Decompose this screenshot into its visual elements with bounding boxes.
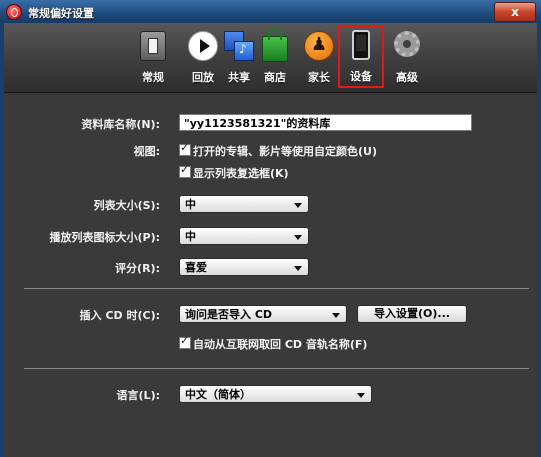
tab-playback[interactable]: 回放 — [186, 27, 220, 87]
iphone-icon — [352, 30, 370, 60]
chevron-down-icon — [294, 203, 302, 208]
general-settings-panel: 资料库名称(N): "yy1123581321"的资料库 视图: 打开的专辑、影… — [4, 93, 537, 457]
library-name-label: 资料库名称(N): — [81, 118, 160, 131]
rating-label: 评分(R): — [115, 262, 160, 275]
general-switch-icon — [140, 31, 166, 61]
list-size-value: 中 — [185, 198, 196, 211]
list-checkboxes-checkbox[interactable] — [179, 163, 191, 178]
playlist-icon-size-label: 播放列表图标大小(P): — [49, 231, 160, 244]
auto-retrieve-cd-names-label: 自动从互联网取回 CD 音轨名称(F) — [193, 338, 368, 351]
playback-icon — [188, 31, 218, 61]
divider — [24, 368, 529, 369]
language-value: 中文（简体） — [185, 388, 251, 401]
preferences-window: 常规 回放 共享 商店 家长 设备 高级 资料库名称(N): "yy112358… — [4, 23, 537, 457]
sharing-icon — [224, 31, 254, 61]
playlist-icon-size-select[interactable]: 中 — [179, 227, 309, 245]
tab-general[interactable]: 常规 — [136, 27, 170, 87]
chevron-down-icon — [294, 266, 302, 271]
list-checkboxes-option[interactable]: 显示列表复选框(K) — [179, 163, 289, 181]
tab-store-label: 商店 — [264, 71, 286, 84]
parental-icon — [304, 31, 334, 61]
auto-retrieve-cd-names-checkbox[interactable] — [179, 334, 191, 349]
import-settings-button[interactable]: 导入设置(O)... — [357, 305, 467, 323]
custom-colors-checkbox[interactable] — [179, 141, 191, 156]
language-select[interactable]: 中文（简体） — [179, 385, 372, 403]
tab-devices[interactable]: 设备 — [338, 25, 384, 88]
view-label: 视图: — [133, 145, 160, 158]
tab-devices-label: 设备 — [350, 70, 372, 83]
tab-general-label: 常规 — [142, 71, 164, 84]
library-name-field[interactable]: "yy1123581321"的资料库 — [179, 114, 472, 131]
tab-parental-label: 家长 — [308, 71, 330, 84]
tab-playback-label: 回放 — [192, 71, 214, 84]
tab-parental[interactable]: 家长 — [302, 27, 336, 87]
custom-colors-option[interactable]: 打开的专辑、影片等使用自定颜色(U) — [179, 141, 377, 159]
store-bag-icon — [262, 28, 288, 62]
list-size-select[interactable]: 中 — [179, 195, 309, 213]
close-button[interactable]: x — [494, 2, 536, 22]
tab-store[interactable]: 商店 — [258, 27, 292, 87]
gear-icon — [394, 31, 420, 57]
itunes-app-icon — [6, 4, 22, 20]
tab-sharing-label: 共享 — [228, 71, 250, 84]
list-checkboxes-label: 显示列表复选框(K) — [193, 167, 289, 180]
chevron-down-icon — [332, 313, 340, 318]
list-size-label: 列表大小(S): — [93, 199, 160, 212]
rating-value: 喜爱 — [185, 261, 207, 274]
cd-insert-value: 询问是否导入 CD — [185, 308, 273, 321]
tab-sharing[interactable]: 共享 — [222, 27, 256, 87]
playlist-icon-size-value: 中 — [185, 230, 196, 243]
window-title: 常规偏好设置 — [28, 7, 94, 20]
language-label: 语言(L): — [116, 389, 160, 402]
preferences-toolbar: 常规 回放 共享 商店 家长 设备 高级 — [4, 23, 537, 93]
title-bar: 常规偏好设置 x — [0, 0, 541, 23]
auto-retrieve-cd-names-option[interactable]: 自动从互联网取回 CD 音轨名称(F) — [179, 334, 368, 352]
tab-advanced[interactable]: 高级 — [390, 27, 424, 87]
chevron-down-icon — [357, 393, 365, 398]
tab-advanced-label: 高级 — [396, 71, 418, 84]
rating-select[interactable]: 喜爱 — [179, 258, 309, 276]
chevron-down-icon — [294, 235, 302, 240]
cd-insert-label: 插入 CD 时(C): — [79, 309, 160, 322]
custom-colors-label: 打开的专辑、影片等使用自定颜色(U) — [193, 145, 377, 158]
divider — [24, 288, 529, 289]
cd-insert-select[interactable]: 询问是否导入 CD — [179, 305, 347, 323]
